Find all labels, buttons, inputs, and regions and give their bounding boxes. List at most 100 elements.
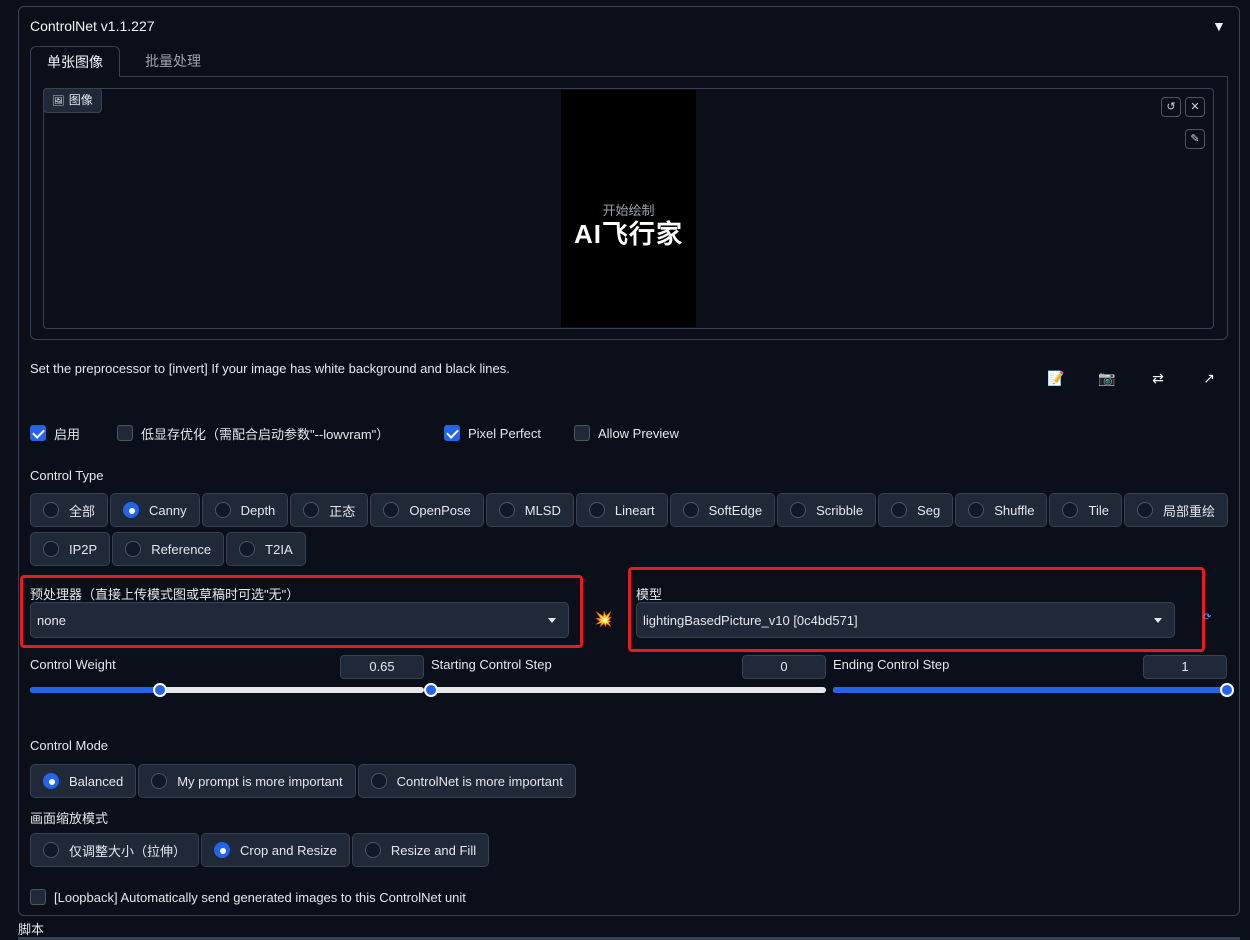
radio-dot[interactable] xyxy=(682,502,699,518)
radio-label: Scribble xyxy=(816,502,864,518)
radio-dot[interactable] xyxy=(214,842,231,858)
radio-dot[interactable] xyxy=(214,502,231,518)
radio-dot[interactable] xyxy=(1062,502,1079,518)
radio-label: Resize and Fill xyxy=(390,842,477,858)
control-type-option[interactable]: Canny xyxy=(110,493,200,527)
ending-step-input[interactable]: 1 xyxy=(1143,655,1227,679)
run-preprocessor-icon[interactable]: 💥 xyxy=(594,610,613,628)
radio-dot[interactable] xyxy=(891,502,908,518)
script-label: 脚本 xyxy=(18,922,45,937)
brush-icon[interactable]: ✎ xyxy=(1185,129,1205,149)
panel-title: ControlNet v1.1.227 xyxy=(30,18,155,34)
radio-label: OpenPose xyxy=(409,502,471,518)
ending-step-label: Ending Control Step xyxy=(833,657,950,672)
undo-icon[interactable]: ↺ xyxy=(1161,97,1181,117)
control-type-option[interactable]: 全部 xyxy=(30,493,109,527)
close-icon[interactable]: ✕ xyxy=(1185,97,1205,117)
checkbox-box[interactable] xyxy=(30,425,46,441)
control-mode-group: Balanced My prompt is more important Con… xyxy=(30,764,576,798)
image-icon: 🖼 xyxy=(52,96,65,107)
loopback-checkbox[interactable]: [Loopback] Automatically send generated … xyxy=(30,888,466,906)
resize-mode-group: 仅调整大小（拉伸） Crop and Resize Resize and Fil… xyxy=(30,833,490,867)
control-type-label: Control Type xyxy=(30,468,104,483)
starting-step-input[interactable]: 0 xyxy=(742,655,826,679)
slider-fill xyxy=(30,687,161,693)
control-mode-option[interactable]: ControlNet is more important xyxy=(357,764,576,798)
control-type-option[interactable]: T2IA xyxy=(226,532,306,566)
checkbox-box[interactable] xyxy=(574,425,590,441)
control-type-option[interactable]: 局部重绘 xyxy=(1123,493,1228,527)
radio-label: T2IA xyxy=(265,541,293,557)
control-weight-label: Control Weight xyxy=(30,657,116,672)
control-type-option[interactable]: Tile xyxy=(1049,493,1122,527)
radio-dot[interactable] xyxy=(588,502,605,518)
control-type-option[interactable]: SoftEdge xyxy=(669,493,776,527)
checkbox-box[interactable] xyxy=(30,889,46,905)
slider-handle[interactable] xyxy=(1220,683,1234,697)
resize-mode-option[interactable]: Resize and Fill xyxy=(351,833,490,867)
radio-dot[interactable] xyxy=(303,502,320,518)
slider-handle[interactable] xyxy=(424,683,438,697)
hint-text: Set the preprocessor to [invert] If your… xyxy=(30,361,510,376)
control-type-option[interactable]: Depth xyxy=(201,493,289,527)
radio-dot[interactable] xyxy=(43,502,59,518)
tab-single-image[interactable]: 单张图像 xyxy=(30,46,120,77)
checkbox-label: [Loopback] Automatically send generated … xyxy=(54,889,466,905)
control-weight-slider[interactable] xyxy=(30,683,424,697)
collapse-icon[interactable]: ▼ xyxy=(1212,18,1226,34)
control-mode-option[interactable]: Balanced xyxy=(30,764,137,798)
control-type-option[interactable]: MLSD xyxy=(485,493,574,527)
preprocessor-dropdown[interactable]: none xyxy=(30,602,569,638)
radio-label: Crop and Resize xyxy=(240,842,337,858)
control-type-option[interactable]: 正态 xyxy=(290,493,369,527)
radio-label: MLSD xyxy=(524,502,561,518)
refresh-icon[interactable]: ⟳ xyxy=(1203,612,1217,628)
radio-label: Seg xyxy=(917,502,941,518)
preprocessor-label: 预处理器（直接上传模式图或草稿时可选"无"） xyxy=(30,587,300,602)
radio-dot[interactable] xyxy=(364,842,381,858)
pixel-perfect-checkbox[interactable]: Pixel Perfect xyxy=(444,424,541,442)
resize-mode-option[interactable]: 仅调整大小（拉伸） xyxy=(30,833,200,867)
slider-handle[interactable] xyxy=(153,683,168,697)
ending-step-slider[interactable] xyxy=(833,683,1234,697)
control-mode-option[interactable]: My prompt is more important xyxy=(138,764,356,798)
radio-dot[interactable] xyxy=(43,773,59,789)
radio-dot[interactable] xyxy=(790,502,807,518)
checkbox-label: 低显存优化（需配合启动参数"--lowvram"） xyxy=(141,426,390,442)
control-type-option[interactable]: Seg xyxy=(878,493,954,527)
radio-dot[interactable] xyxy=(383,502,400,518)
enable-checkbox[interactable]: 启用 xyxy=(30,424,80,442)
camera-icon[interactable]: 📷 xyxy=(1097,368,1117,388)
tab-batch[interactable]: 批量处理 xyxy=(129,46,217,77)
model-dropdown[interactable]: lightingBasedPicture_v10 [0c4bd571] xyxy=(636,602,1175,638)
radio-dot[interactable] xyxy=(43,541,59,557)
control-type-option[interactable]: IP2P xyxy=(30,532,111,566)
send-icon[interactable]: ↗ xyxy=(1199,368,1219,388)
starting-step-slider[interactable] xyxy=(424,683,826,697)
control-type-option[interactable]: Shuffle xyxy=(955,493,1048,527)
control-weight-input[interactable]: 0.65 xyxy=(340,655,424,679)
checkbox-box[interactable] xyxy=(117,425,133,441)
edit-icon[interactable]: 📝 xyxy=(1046,368,1066,388)
control-type-option[interactable]: Lineart xyxy=(575,493,668,527)
radio-dot[interactable] xyxy=(125,541,142,557)
radio-label: Balanced xyxy=(69,773,124,789)
radio-dot[interactable] xyxy=(370,773,387,789)
radio-dot[interactable] xyxy=(968,502,985,518)
control-type-option[interactable]: OpenPose xyxy=(370,493,484,527)
control-type-option[interactable]: Scribble xyxy=(777,493,877,527)
lowvram-checkbox[interactable]: 低显存优化（需配合启动参数"--lowvram"） xyxy=(117,424,389,442)
radio-dot[interactable] xyxy=(239,541,256,557)
checkbox-box[interactable] xyxy=(444,425,460,441)
resize-mode-option[interactable]: Crop and Resize xyxy=(201,833,350,867)
swap-icon[interactable]: ⇄ xyxy=(1148,368,1168,388)
radio-dot[interactable] xyxy=(43,842,59,858)
slider-fill xyxy=(833,687,1227,693)
radio-dot[interactable] xyxy=(123,502,140,518)
model-value: lightingBasedPicture_v10 [0c4bd571] xyxy=(643,612,858,628)
allow-preview-checkbox[interactable]: Allow Preview xyxy=(574,424,679,442)
radio-dot[interactable] xyxy=(151,773,168,789)
control-type-option[interactable]: Reference xyxy=(112,532,225,566)
radio-dot[interactable] xyxy=(1136,502,1153,518)
radio-dot[interactable] xyxy=(498,502,515,518)
